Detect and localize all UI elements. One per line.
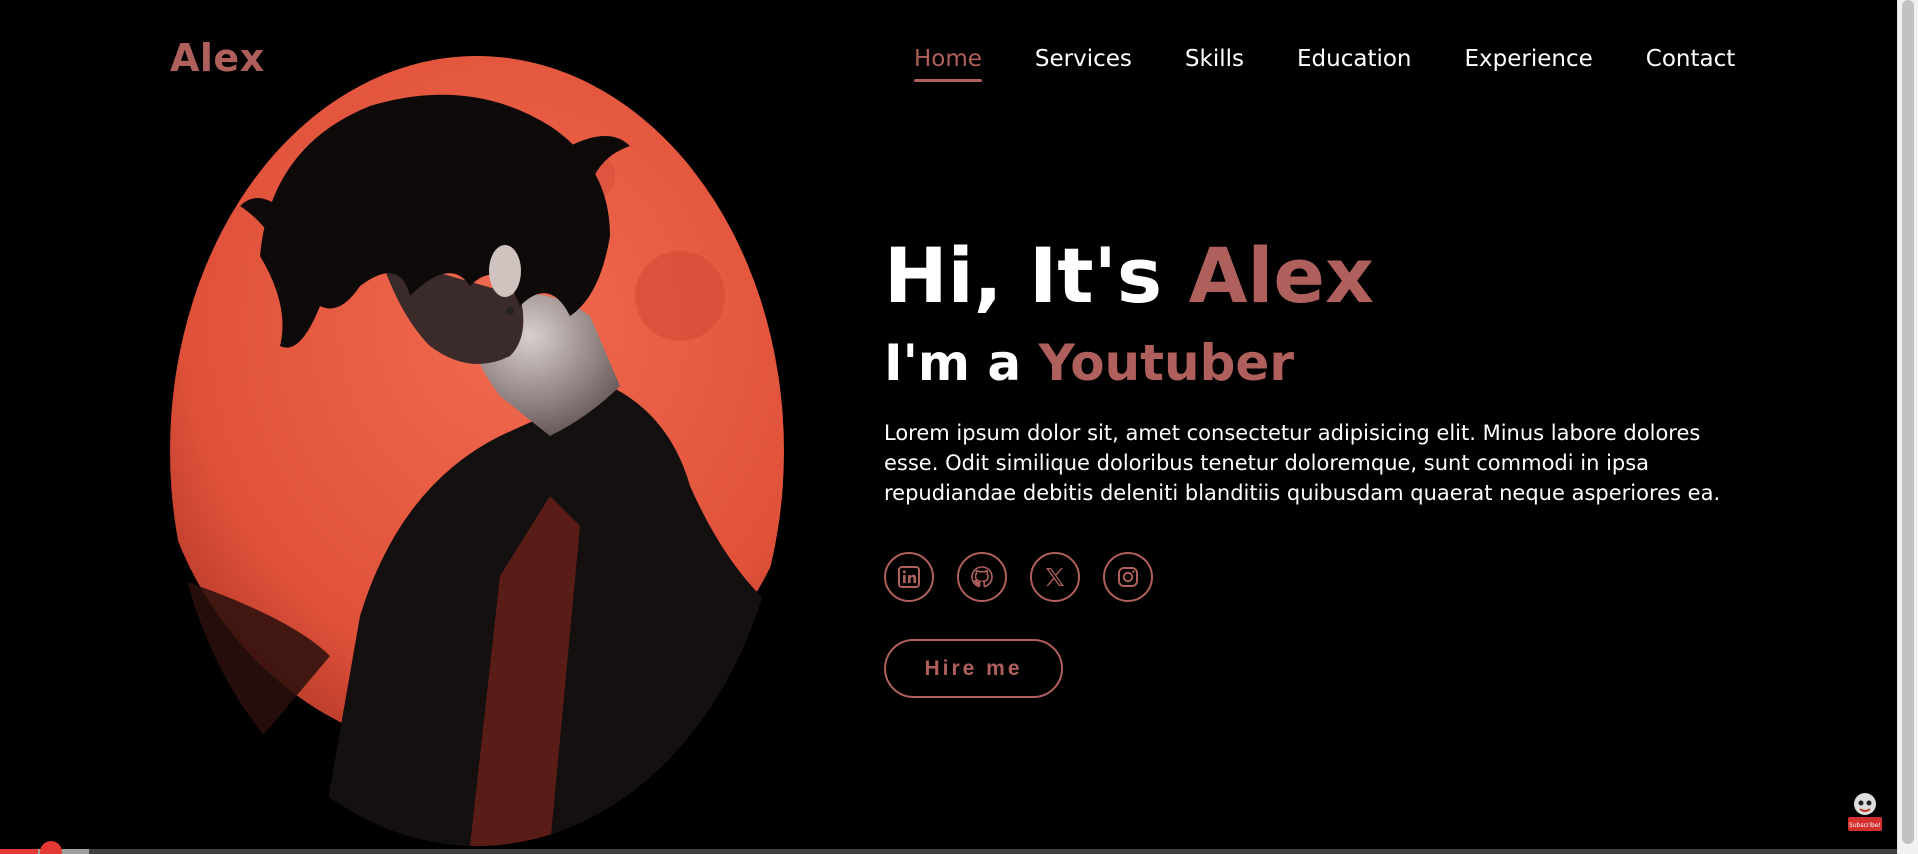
page-scrollbar[interactable]	[1897, 0, 1918, 854]
nav-skills[interactable]: Skills	[1185, 46, 1244, 72]
nav-home[interactable]: Home	[914, 46, 982, 82]
github-link[interactable]	[957, 552, 1007, 602]
nav-experience[interactable]: Experience	[1465, 46, 1593, 72]
nav-services[interactable]: Services	[1035, 46, 1132, 72]
hero-portrait-image	[170, 56, 784, 846]
nav-education[interactable]: Education	[1297, 46, 1412, 72]
role-title: Youtuber	[1038, 334, 1294, 392]
video-progress-bar[interactable]	[0, 841, 1897, 854]
linkedin-icon	[898, 566, 920, 588]
portfolio-page: Alex Home Services Skills Education Expe…	[0, 0, 1897, 854]
nav-contact[interactable]: Contact	[1646, 46, 1735, 72]
greeting-prefix: Hi, It's	[884, 231, 1189, 320]
subscribe-mascot-icon: Subscribe!	[1848, 793, 1882, 831]
instagram-icon	[1118, 567, 1138, 587]
video-scrubber-handle[interactable]	[40, 841, 62, 854]
logo[interactable]: Alex	[170, 36, 265, 80]
hero-description: Lorem ipsum dolor sit, amet consectetur …	[884, 421, 1721, 505]
social-links	[884, 552, 1153, 602]
scrollbar-thumb[interactable]	[1902, 0, 1914, 844]
x-icon	[1046, 568, 1064, 586]
video-played-bar	[0, 849, 38, 854]
subscribe-label: Subscribe!	[1849, 822, 1881, 829]
instagram-link[interactable]	[1103, 552, 1153, 602]
linkedin-link[interactable]	[884, 552, 934, 602]
hero-role: I'm a Youtuber	[884, 338, 1744, 388]
greeting-name: Alex	[1188, 231, 1374, 320]
hero-greeting: Hi, It's Alex	[884, 238, 1744, 314]
hero-section: Hi, It's Alex I'm a Youtuber Lorem ipsum…	[884, 238, 1744, 508]
main-nav: Home Services Skills Education Experienc…	[914, 46, 1735, 82]
role-prefix: I'm a	[884, 334, 1039, 392]
x-link[interactable]	[1030, 552, 1080, 602]
github-icon	[971, 566, 993, 588]
subscribe-watermark[interactable]: Subscribe!	[1846, 790, 1884, 836]
hire-me-button[interactable]: Hire me	[884, 639, 1063, 698]
